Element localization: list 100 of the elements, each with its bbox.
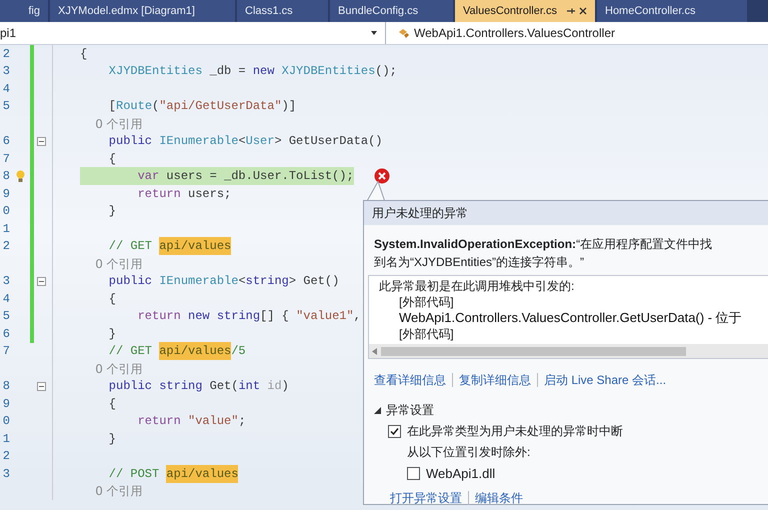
code-token: XJYDBEntities (108, 63, 202, 80)
line-number: 9 (2, 186, 10, 201)
code-token: users = _db.User.ToList(); (165, 168, 354, 186)
class-name: WebApi1.Controllers.ValuesController (414, 25, 615, 42)
code-token: public (108, 273, 152, 290)
code-token: { (80, 46, 88, 63)
code-token: int (238, 378, 260, 396)
popup-link[interactable]: 打开异常设置 (390, 488, 462, 506)
stack-trace-line: 此异常最初是在此调用堆栈中引发的: (379, 278, 576, 294)
collapse-icon[interactable] (36, 136, 46, 146)
code-token: return (136, 413, 181, 430)
code-token: return (136, 186, 181, 203)
horizontal-scrollbar[interactable] (369, 344, 768, 358)
line-number: 5 (2, 309, 10, 324)
project-dropdown[interactable]: pi1 (0, 22, 386, 44)
code-token: /5 (231, 343, 246, 360)
except-label: 从以下位置引发时除外: (406, 444, 532, 461)
reference-count: 0 个引用 (94, 360, 143, 378)
popup-link[interactable]: 启动 Live Share 会话... (544, 371, 666, 389)
stack-trace-line: WebApi1.Controllers.ValuesController.GetUserData() - 位于 (398, 310, 743, 326)
exception-message: 到名为“XJYDBEntities”的连接字符串。” (374, 254, 586, 271)
code-token: new (252, 63, 274, 80)
pin-icon[interactable] (567, 7, 575, 15)
tab-label: Class1.cs (245, 4, 293, 19)
code-token: [ (108, 98, 116, 116)
code-token: "value1" (296, 308, 354, 326)
collapse-icon[interactable] (36, 276, 46, 286)
code-token: // POST (108, 466, 160, 483)
popup-link[interactable]: 查看详细信息 (374, 371, 446, 389)
line-number: 1 (2, 222, 10, 236)
code-token: ; (238, 413, 246, 430)
collapse-icon[interactable] (36, 382, 46, 391)
line-number: 8 (2, 169, 10, 184)
popup-link[interactable]: 编辑条件 (475, 488, 523, 506)
code-token: new string (187, 308, 260, 326)
line-number: 3 (2, 466, 10, 481)
line-number: 1 (2, 432, 10, 446)
error-icon[interactable] (374, 168, 390, 184)
line-number: 4 (2, 82, 10, 96)
reference-count: 0 个引用 (94, 483, 143, 500)
code-token: public string (108, 378, 202, 396)
code-token: User (246, 133, 274, 150)
caret-icon (371, 31, 377, 35)
reference-count: 0 个引用 (94, 256, 143, 273)
line-number: 7 (2, 152, 10, 166)
code-token: api/values (159, 237, 232, 256)
code-token: [] { (260, 308, 290, 326)
checkmark-icon (390, 426, 399, 436)
line-number: 5 (2, 99, 10, 114)
code-token: _db = (208, 63, 247, 80)
expander-icon[interactable] (374, 406, 381, 414)
line-number: 8 (2, 379, 10, 394)
code-token: id (266, 378, 282, 396)
code-token: (); (375, 63, 397, 80)
line-number: 3 (2, 274, 10, 288)
file-tab[interactable]: Class1.cs (237, 0, 328, 22)
file-tab[interactable]: XJYModel.edmx [Diagram1] (50, 0, 235, 22)
code-token: string (246, 273, 289, 290)
code-token: api/values (159, 342, 232, 360)
code-token: < (238, 133, 246, 150)
code-token: api/values (166, 464, 238, 483)
checkbox-label: WebApi1.dll (426, 465, 496, 483)
code-token: , (354, 308, 361, 326)
file-tab[interactable]: BundleConfig.cs (330, 0, 453, 22)
file-tab[interactable]: HomeController.cs (597, 0, 747, 22)
checkbox[interactable] (407, 467, 420, 480)
class-dropdown[interactable]: WebApi1.Controllers.ValuesController (386, 22, 768, 44)
line-number: 6 (2, 326, 10, 341)
scrollbar-thumb[interactable] (381, 346, 686, 356)
file-tab[interactable]: fig (0, 0, 48, 22)
code-token: users; (187, 186, 232, 203)
code-token: } (108, 326, 116, 343)
close-icon[interactable] (579, 7, 587, 15)
scroll-left-icon[interactable] (372, 348, 377, 354)
reference-count: 0 个引用 (94, 116, 143, 133)
project-name: pi1 (0, 25, 16, 42)
code-token: < (238, 273, 246, 290)
line-number: 2 (2, 239, 10, 254)
code-token: { (108, 290, 116, 308)
code-token: XJYDBEntities (280, 63, 376, 80)
section-title: 异常设置 (386, 402, 434, 419)
popup-link[interactable]: 复制详细信息 (459, 371, 531, 389)
class-icon (398, 28, 410, 38)
code-token: // GET (108, 343, 154, 360)
code-token: { (108, 396, 116, 413)
code-token: "api/GetUserData" (159, 98, 282, 116)
file-tab[interactable]: ValuesController.cs (455, 0, 595, 22)
code-token: } (108, 203, 116, 220)
code-token: var (136, 168, 160, 186)
lightbulb-icon[interactable] (16, 170, 24, 183)
code-token: } (108, 430, 116, 448)
line-number: 7 (2, 344, 10, 358)
code-token: IEnumerable (158, 133, 238, 150)
checkbox[interactable] (388, 424, 401, 438)
code-token: public (108, 133, 152, 150)
code-token: > GetUserData() (274, 133, 382, 150)
code-token: ( (152, 98, 160, 116)
popup-title: 用户未处理的异常 (372, 205, 468, 222)
tab-label: fig (28, 4, 40, 19)
code-token: > Get() (288, 273, 340, 290)
